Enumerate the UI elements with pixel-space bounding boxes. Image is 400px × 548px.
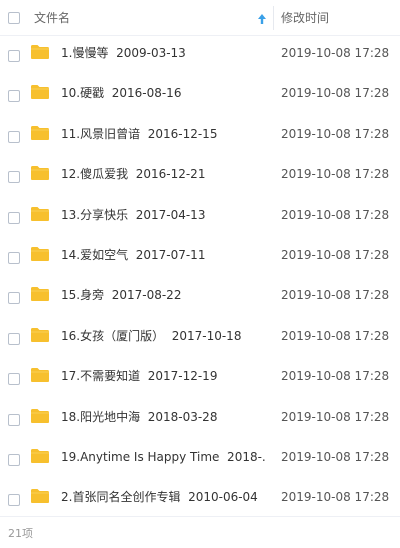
row-checkbox[interactable] bbox=[8, 171, 20, 184]
file-name[interactable]: 11.风景旧曾谙 2016-12-15 bbox=[61, 126, 267, 142]
row-checkbox[interactable] bbox=[8, 332, 20, 345]
folder-icon bbox=[31, 125, 49, 140]
modified-time: 2019-10-08 17:28 bbox=[281, 86, 390, 101]
modified-time: 2019-10-08 17:28 bbox=[281, 449, 390, 464]
table-row[interactable]: 2.首张同名全创作专辑 2010-06-04 2019-10-08 17:28 bbox=[0, 480, 400, 520]
file-name[interactable]: 13.分享快乐 2017-04-13 bbox=[61, 207, 267, 223]
file-name[interactable]: 2.首张同名全创作专辑 2010-06-04 bbox=[61, 489, 267, 505]
file-list: 1.慢慢等 2009-03-13 2019-10-08 17:28 10.硬戳 … bbox=[0, 36, 400, 521]
row-checkbox[interactable] bbox=[8, 90, 20, 103]
status-bar: 21项 bbox=[0, 516, 400, 548]
table-row[interactable]: 19.Anytime Is Happy Time 2018-... 2019-1… bbox=[0, 440, 400, 480]
select-all-checkbox[interactable] bbox=[8, 12, 20, 24]
file-list-header: 文件名 修改时间 bbox=[0, 0, 400, 36]
folder-icon bbox=[31, 448, 49, 463]
file-name[interactable]: 18.阳光地中海 2018-03-28 bbox=[61, 409, 267, 425]
folder-icon bbox=[31, 489, 49, 504]
table-row[interactable]: 14.爱如空气 2017-07-11 2019-10-08 17:28 bbox=[0, 238, 400, 278]
row-checkbox[interactable] bbox=[8, 251, 20, 264]
file-name[interactable]: 14.爱如空气 2017-07-11 bbox=[61, 247, 267, 263]
row-checkbox[interactable] bbox=[8, 373, 20, 386]
file-name[interactable]: 19.Anytime Is Happy Time 2018-... bbox=[61, 449, 267, 465]
modified-time: 2019-10-08 17:28 bbox=[281, 490, 390, 505]
table-row[interactable]: 1.慢慢等 2009-03-13 2019-10-08 17:28 bbox=[0, 36, 400, 76]
file-name[interactable]: 10.硬戳 2016-08-16 bbox=[61, 85, 267, 101]
modified-time: 2019-10-08 17:28 bbox=[281, 126, 390, 141]
folder-icon bbox=[31, 368, 49, 383]
column-header-modified-time[interactable]: 修改时间 bbox=[281, 10, 329, 26]
row-checkbox[interactable] bbox=[8, 413, 20, 426]
file-name[interactable]: 16.女孩（厦门版） 2017-10-18 bbox=[61, 328, 267, 344]
table-row[interactable]: 17.不需要知道 2017-12-19 2019-10-08 17:28 bbox=[0, 359, 400, 399]
folder-icon bbox=[31, 246, 49, 261]
file-name[interactable]: 1.慢慢等 2009-03-13 bbox=[61, 45, 267, 61]
table-row[interactable]: 18.阳光地中海 2018-03-28 2019-10-08 17:28 bbox=[0, 400, 400, 440]
folder-icon bbox=[31, 287, 49, 302]
row-checkbox[interactable] bbox=[8, 494, 20, 507]
row-checkbox[interactable] bbox=[8, 130, 20, 143]
modified-time: 2019-10-08 17:28 bbox=[281, 328, 390, 343]
folder-icon bbox=[31, 206, 49, 221]
modified-time: 2019-10-08 17:28 bbox=[281, 409, 390, 424]
table-row[interactable]: 11.风景旧曾谙 2016-12-15 2019-10-08 17:28 bbox=[0, 117, 400, 157]
table-row[interactable]: 16.女孩（厦门版） 2017-10-18 2019-10-08 17:28 bbox=[0, 319, 400, 359]
table-row[interactable]: 10.硬戳 2016-08-16 2019-10-08 17:28 bbox=[0, 76, 400, 116]
row-checkbox[interactable] bbox=[8, 453, 20, 466]
modified-time: 2019-10-08 17:28 bbox=[281, 207, 390, 222]
file-name[interactable]: 12.傻瓜爱我 2016-12-21 bbox=[61, 166, 267, 182]
row-checkbox[interactable] bbox=[8, 211, 20, 224]
column-header-filename[interactable]: 文件名 bbox=[34, 10, 70, 26]
modified-time: 2019-10-08 17:28 bbox=[281, 288, 390, 303]
folder-icon bbox=[31, 166, 49, 181]
column-divider[interactable] bbox=[273, 6, 274, 30]
modified-time: 2019-10-08 17:28 bbox=[281, 369, 390, 384]
modified-time: 2019-10-08 17:28 bbox=[281, 247, 390, 262]
modified-time: 2019-10-08 17:28 bbox=[281, 46, 390, 60]
table-row[interactable]: 12.傻瓜爱我 2016-12-21 2019-10-08 17:28 bbox=[0, 157, 400, 197]
folder-icon bbox=[31, 408, 49, 423]
table-row[interactable]: 13.分享快乐 2017-04-13 2019-10-08 17:28 bbox=[0, 198, 400, 238]
folder-icon bbox=[31, 327, 49, 342]
arrow-up-icon[interactable] bbox=[257, 13, 267, 25]
file-name[interactable]: 17.不需要知道 2017-12-19 bbox=[61, 368, 267, 384]
table-row[interactable]: 15.身旁 2017-08-22 2019-10-08 17:28 bbox=[0, 278, 400, 318]
row-checkbox[interactable] bbox=[8, 50, 20, 62]
item-count: 21项 bbox=[8, 527, 33, 540]
folder-icon bbox=[31, 45, 49, 59]
modified-time: 2019-10-08 17:28 bbox=[281, 167, 390, 182]
file-name[interactable]: 15.身旁 2017-08-22 bbox=[61, 287, 267, 303]
row-checkbox[interactable] bbox=[8, 292, 20, 305]
folder-icon bbox=[31, 85, 49, 100]
